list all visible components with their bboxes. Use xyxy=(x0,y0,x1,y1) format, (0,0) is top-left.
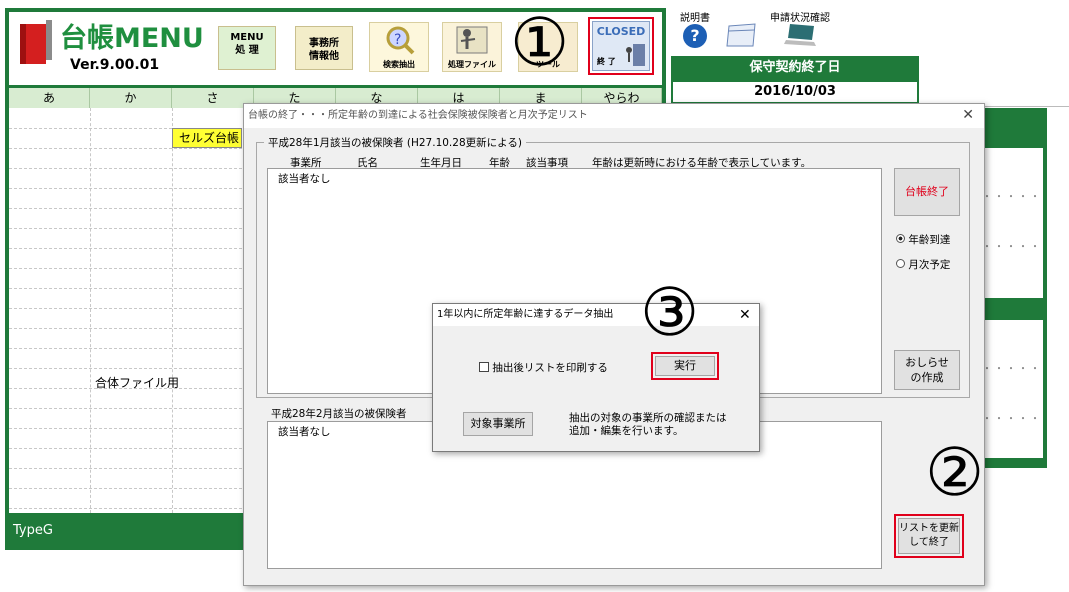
target-office-desc: 抽出の対象の事業所の確認または 追加・編集を行います。 xyxy=(569,412,727,437)
col-header[interactable]: あ xyxy=(9,88,90,108)
grid-row-line xyxy=(9,228,242,229)
laptop-icon[interactable] xyxy=(784,22,818,48)
grid-row-line xyxy=(9,408,242,409)
update-and-end-button[interactable]: リストを更新 して終了 xyxy=(898,518,960,554)
radio-monthly-label: 月次予定 xyxy=(908,259,951,271)
checkbox-icon xyxy=(479,362,489,372)
target-office-button[interactable]: 対象事業所 xyxy=(463,412,533,436)
dotted-leader: ・・・・・ xyxy=(982,192,1042,203)
grid-row-line xyxy=(9,208,242,209)
menu-process-button[interactable]: MENU 処 理 xyxy=(218,26,276,70)
grid-row-line xyxy=(9,488,242,489)
magnifier-icon: ? xyxy=(386,26,415,55)
book-logo-icon xyxy=(18,18,58,69)
closed-button[interactable]: CLOSED 終 了 xyxy=(592,21,650,71)
group-jan-title: 平成28年1月該当の被保険者 (H27.10.28更新による) xyxy=(264,135,526,150)
svg-text:?: ? xyxy=(394,32,401,48)
annotation-1: ① xyxy=(510,4,570,81)
grid-row-line xyxy=(9,448,242,449)
grid-row-line xyxy=(9,188,242,189)
radio-unselected-icon xyxy=(896,259,905,268)
grid-row-line xyxy=(9,368,242,369)
grid-row-line xyxy=(9,148,242,149)
cell-gattai[interactable]: 合体ファイル用 xyxy=(95,374,179,391)
search-extract-button[interactable]: ? 検索抽出 xyxy=(369,22,429,72)
filing-person-icon xyxy=(456,26,488,54)
dotted-leader: ・・・・・ xyxy=(982,242,1042,253)
maintenance-label: 保守契約終了日 xyxy=(671,56,919,80)
grid-row-line xyxy=(9,288,242,289)
exit-door-icon xyxy=(626,44,645,66)
grid-row-line xyxy=(9,508,242,509)
col-header[interactable]: か xyxy=(90,88,172,108)
radio-monthly[interactable]: 月次予定 xyxy=(896,257,950,272)
app-logo-text: 台帳MENU xyxy=(60,23,204,54)
radio-age[interactable]: 年齢到達 xyxy=(896,232,950,247)
process-file-label: 処理ファイル xyxy=(448,60,496,69)
grid-row-line xyxy=(9,348,242,349)
calendar-icon[interactable] xyxy=(725,22,757,48)
close-icon[interactable]: ✕ xyxy=(962,107,974,123)
cell-seruzu[interactable]: セルズ台帳 xyxy=(172,128,242,148)
version-label: Ver.9.00.01 xyxy=(70,57,160,73)
print-checkbox[interactable]: 抽出後リストを印刷する xyxy=(479,360,608,375)
notice-button[interactable]: おしらせ の作成 xyxy=(894,350,960,390)
dotted-leader: ・・・・・ xyxy=(982,364,1042,375)
help-icon[interactable]: ? xyxy=(683,24,707,48)
type-label: TypeG xyxy=(9,516,245,546)
maintenance-date: 2016/10/03 xyxy=(671,80,919,104)
grid-row-line xyxy=(9,308,242,309)
grid-row-line xyxy=(9,168,242,169)
grid-row-line xyxy=(9,468,242,469)
run-button[interactable]: 実行 xyxy=(655,356,715,376)
group-feb-title: 平成28年2月該当の被保険者 xyxy=(271,408,407,420)
list-item[interactable]: 該当者なし xyxy=(278,171,331,186)
print-checkbox-label: 抽出後リストを印刷する xyxy=(492,362,608,374)
grid-row-line xyxy=(9,268,242,269)
end-ledger-button[interactable]: 台帳終了 xyxy=(894,168,960,216)
closed-label: 終 了 xyxy=(597,57,616,66)
dotted-leader: ・・・・・ xyxy=(982,414,1042,425)
grid-row-line xyxy=(9,328,242,329)
closed-top-label: CLOSED xyxy=(596,25,646,38)
manual-label: 説明書 xyxy=(680,13,710,24)
office-info-button[interactable]: 事務所 情報他 xyxy=(295,26,353,70)
process-file-button[interactable]: 処理ファイル xyxy=(442,22,502,72)
search-extract-label: 検索抽出 xyxy=(383,60,415,69)
extract-dialog-title: 1年以内に所定年齢に達するデータ抽出 xyxy=(433,304,759,326)
annotation-3: ③ xyxy=(640,274,700,351)
dialog-title: 台帳の終了・・・所定年齢の到達による社会保険被保険者と月次予定リスト xyxy=(244,104,984,128)
grid-row-line xyxy=(9,428,242,429)
close-icon[interactable]: ✕ xyxy=(739,307,751,323)
list-item[interactable]: 該当者なし xyxy=(278,424,331,439)
annotation-2: ② xyxy=(925,434,985,511)
radio-age-label: 年齢到達 xyxy=(908,234,951,246)
radio-selected-icon xyxy=(896,234,905,243)
grid-row-line xyxy=(9,248,242,249)
col-header[interactable]: さ xyxy=(172,88,254,108)
extract-dialog: 1年以内に所定年齢に達するデータ抽出 ✕ 抽出後リストを印刷する 実行 対象事業… xyxy=(432,303,760,452)
